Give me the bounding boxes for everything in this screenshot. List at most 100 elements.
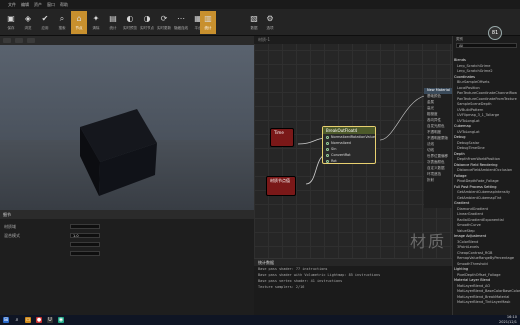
- toolbar-button-0[interactable]: ▣ 保存: [3, 11, 19, 34]
- menu-item-3[interactable]: 窗口: [47, 2, 55, 8]
- main-node-pins: NormalizedRotationValue Normalized Sin Conv…: [323, 134, 375, 164]
- pin-icon: [326, 141, 329, 145]
- main-node-pin[interactable]: Rot: [323, 158, 375, 164]
- pin-icon: [326, 159, 329, 163]
- constant-node-title: 材质节点值: [270, 178, 290, 183]
- details-row-value[interactable]: [70, 242, 100, 247]
- pin-label: Normalized: [331, 141, 351, 145]
- browser-icon[interactable]: ◉: [58, 317, 64, 323]
- toolbar-button-label: 应用: [41, 26, 49, 30]
- details-header: 细节: [0, 210, 254, 219]
- toolbar-button-label: 保存: [7, 26, 15, 30]
- toolbar-button-4[interactable]: ⌂ 节点: [71, 11, 87, 34]
- palette-panel: 类别 All Blends Lerp_ScratchGrime Lerp_Scrat…: [452, 36, 520, 315]
- file-explorer-icon[interactable]: ▭: [25, 317, 31, 323]
- pin-label: Rot: [331, 159, 337, 163]
- browse-icon: ◈: [24, 13, 32, 23]
- data-icon: ▧: [250, 13, 258, 23]
- constant-node[interactable]: 材质节点值: [266, 176, 296, 196]
- stats2-icon: ▥: [204, 13, 212, 23]
- main-node[interactable]: BreakOutFloat4 NormalizedRotationValue No…: [322, 126, 376, 164]
- toolbar-button-label: 浏览: [24, 26, 32, 30]
- toolbar-button-6[interactable]: ▤ 统计: [105, 11, 121, 34]
- toolbar-button-8[interactable]: ◑ 实时节点: [139, 11, 155, 34]
- details-panel: 材质域混合模式 1.0: [0, 219, 254, 315]
- palette-filter-dropdown[interactable]: All: [456, 43, 517, 48]
- pin-icon: [326, 135, 329, 139]
- watermark: 材质: [410, 232, 447, 251]
- toolbar-button-5[interactable]: ✦ 清除: [88, 11, 104, 34]
- details-row: [0, 241, 254, 248]
- palette-filter-value: All: [459, 44, 464, 48]
- toolbar-button-3[interactable]: ⌕ 搜索: [54, 11, 70, 34]
- pin-label: NormalizedRotationValue: [330, 135, 375, 139]
- menu-item-1[interactable]: 编辑: [21, 2, 29, 8]
- result-node[interactable]: New Material 基础颜色 金属 高光 粗糙度 各向异性 自发光颜色 不透明度 不透明…: [424, 88, 452, 208]
- details-row-value[interactable]: [70, 251, 100, 256]
- menu-item-4[interactable]: 帮助: [60, 2, 68, 8]
- time-node[interactable]: Time: [270, 128, 294, 147]
- clock-date: 2021/12/1: [499, 320, 517, 324]
- toolbar-button-9[interactable]: ⟳ 实时更新: [156, 11, 172, 34]
- toolbar-button-label: 隐藏连线: [174, 26, 188, 30]
- details-row: [0, 250, 254, 257]
- toolbar-button-label: 选项: [266, 26, 274, 30]
- preview-cube: [80, 109, 157, 196]
- clock: 16:10 2021/12/1: [499, 315, 517, 325]
- clean-icon: ✦: [92, 13, 100, 23]
- windows-start-icon[interactable]: ⊞: [3, 317, 9, 323]
- toolbar-button-10[interactable]: ⋯ 隐藏连线: [173, 11, 189, 34]
- toolbar-button-label: 节点: [75, 26, 83, 30]
- details-row: 混合模式 1.0: [0, 232, 254, 239]
- app-icon[interactable]: ●: [36, 317, 42, 323]
- details-row-label: 混合模式: [4, 232, 20, 238]
- toolbar-button-label: 搜索: [58, 26, 66, 30]
- result-node-pins: 基础颜色 金属 高光 粗糙度 各向异性 自发光颜色 不透明度 不透明度蒙版 法线 切线 世界位置偏移…: [424, 94, 452, 184]
- home-icon: ⌂: [76, 13, 82, 23]
- toolbar-button-label: 数据: [250, 26, 258, 30]
- search-icon[interactable]: ⌕: [14, 317, 20, 323]
- apply-icon: ✔: [41, 13, 49, 23]
- toolbar-button-12[interactable]: ▥ 统计: [200, 11, 216, 34]
- details-row-label: 材质域: [4, 223, 16, 229]
- details-row-value[interactable]: [70, 224, 100, 229]
- stats-line: Texture samplers: 2/16: [258, 285, 305, 289]
- update-icon: ⟳: [160, 13, 168, 23]
- details-title: 细节: [3, 211, 11, 217]
- details-row-value[interactable]: 1.0: [70, 233, 100, 238]
- result-pin[interactable]: 折射: [424, 178, 452, 184]
- preview-icon: ◐: [126, 13, 134, 23]
- stats-title: 统计数据: [258, 259, 274, 265]
- palette-item[interactable]: MatLayerBlend_TintLayerMask: [453, 300, 520, 306]
- toolbar-button-1[interactable]: ◈ 浏览: [20, 11, 36, 34]
- pin-label: Sin: [331, 147, 337, 151]
- main-node-title: BreakOutFloat4: [323, 127, 375, 134]
- save-icon: ▣: [7, 13, 15, 23]
- toolbar-button-14[interactable]: ⚙ 选项: [262, 11, 278, 34]
- toolbar-button-2[interactable]: ✔ 应用: [37, 11, 53, 34]
- toolbar-button-label: 实时节点: [140, 26, 154, 30]
- search-icon: ⌕: [59, 13, 65, 23]
- stats-icon: ▤: [109, 13, 117, 23]
- toolbar-button-label: 清除: [92, 26, 100, 30]
- pin-label: ConvertRot: [331, 153, 351, 157]
- stats-panel: 统计数据 Base pass shader: 77 instructions Ba…: [254, 258, 452, 315]
- pin-icon: [326, 153, 329, 157]
- menubar: 文件 编辑 资产 窗口 帮助: [0, 0, 520, 9]
- toolbar-button-13[interactable]: ▧ 数据: [246, 11, 262, 34]
- palette-category-label: 类别: [456, 36, 463, 41]
- menu-item-2[interactable]: 资产: [34, 2, 42, 8]
- menu-item-0[interactable]: 文件: [8, 2, 16, 8]
- toolbar-button-label: 实时预览: [123, 26, 137, 30]
- toolbar-button-label: 统计: [204, 26, 212, 30]
- hide-icon: ⋯: [177, 13, 185, 23]
- toolbar-button-label: 实时更新: [157, 26, 171, 30]
- toolbar-button-label: 统计: [109, 26, 117, 30]
- unreal-icon[interactable]: U: [47, 317, 53, 323]
- nodes-icon: ◑: [143, 13, 151, 23]
- time-node-title: Time: [274, 130, 284, 135]
- toolbar-button-7[interactable]: ◐ 实时预览: [122, 11, 138, 34]
- pin-icon: [326, 147, 329, 151]
- fps-value: 81: [491, 30, 499, 36]
- fps-gauge: 81: [488, 26, 502, 40]
